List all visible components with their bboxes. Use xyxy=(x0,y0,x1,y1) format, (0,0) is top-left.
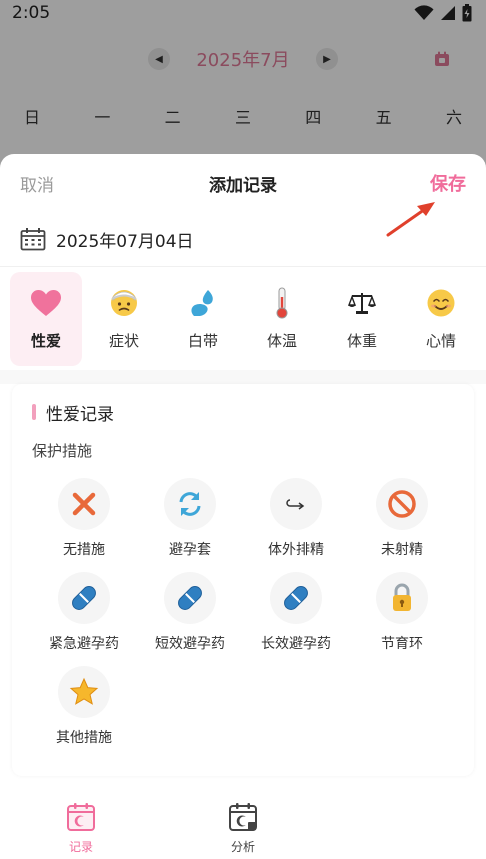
record-date: 2025年07月04日 xyxy=(56,231,194,252)
analysis-calendar-icon xyxy=(229,803,257,831)
option-withdrawal[interactable]: 体外排精 xyxy=(246,478,346,564)
option-label: 节育环 xyxy=(381,636,423,652)
option-other[interactable]: 其他措施 xyxy=(34,666,134,752)
pill-icon xyxy=(72,586,96,610)
heart-icon xyxy=(31,290,61,316)
option-emergency-pill[interactable]: 紧急避孕药 xyxy=(34,572,134,658)
tab-label: 性爱 xyxy=(30,332,61,350)
option-short-acting-pill[interactable]: 短效避孕药 xyxy=(140,572,240,658)
prohibited-icon xyxy=(388,490,416,518)
option-label: 其他措施 xyxy=(56,730,112,746)
tab-label: 症状 xyxy=(108,332,139,350)
tab-label: 白带 xyxy=(187,332,218,350)
nav-analysis[interactable]: 分析 xyxy=(213,802,273,856)
annotation-arrow-icon xyxy=(386,202,435,237)
bottom-navigation: 记录 分析 xyxy=(0,794,486,859)
tab-label: 体重 xyxy=(346,332,377,350)
cross-icon xyxy=(72,492,96,516)
option-no-protection[interactable]: 无措施 xyxy=(34,478,134,564)
pill-icon xyxy=(284,586,308,610)
option-condom[interactable]: 避孕套 xyxy=(140,478,240,564)
smile-face-icon xyxy=(427,289,455,317)
pill-icon xyxy=(178,586,202,610)
option-label: 无措施 xyxy=(63,542,105,558)
lock-icon xyxy=(393,583,411,611)
option-label: 体外排精 xyxy=(268,542,324,558)
droplet-icon xyxy=(191,290,213,316)
tab-temperature[interactable]: 体温 xyxy=(246,272,318,366)
option-label: 长效避孕药 xyxy=(261,636,331,652)
option-iud[interactable]: 节育环 xyxy=(352,572,452,658)
star-icon xyxy=(69,677,99,705)
divider xyxy=(0,266,486,267)
record-calendar-icon xyxy=(67,803,95,831)
tab-discharge[interactable]: 白带 xyxy=(167,272,239,366)
title-accent-bar xyxy=(32,404,36,420)
tab-label: 体温 xyxy=(266,332,297,350)
nav-record[interactable]: 记录 xyxy=(51,802,111,856)
card-title: 性爱记录 xyxy=(46,405,114,425)
tab-symptoms[interactable]: 症状 xyxy=(88,272,160,366)
tab-sex[interactable]: 性爱 xyxy=(10,272,82,366)
scale-icon xyxy=(347,293,377,314)
option-label: 未射精 xyxy=(381,542,423,558)
nav-label: 分析 xyxy=(230,840,255,854)
option-label: 紧急避孕药 xyxy=(49,636,119,652)
cancel-button[interactable]: 取消 xyxy=(20,171,54,196)
option-long-acting-pill[interactable]: 长效避孕药 xyxy=(246,572,346,658)
option-label: 避孕套 xyxy=(169,542,211,558)
refresh-icon xyxy=(179,492,201,516)
tab-weight[interactable]: 体重 xyxy=(326,272,398,366)
sex-record-card: 性爱记录 保护措施 无措施 避孕套 体外排精 未射精 紧急避孕药 短效避孕药 长… xyxy=(12,384,474,776)
add-record-sheet: 取消 添加记录 保存 2025年07月04日 性爱 症状 白带 体温 体重 心情… xyxy=(0,154,486,859)
thermometer-icon xyxy=(276,287,288,319)
calendar-icon xyxy=(20,228,46,251)
section-separator xyxy=(0,370,486,384)
option-no-ejaculation[interactable]: 未射精 xyxy=(352,478,452,564)
protection-section-label: 保护措施 xyxy=(32,442,93,460)
sheet-title: 添加记录 xyxy=(209,176,277,196)
nav-label: 记录 xyxy=(68,840,93,854)
sick-face-icon xyxy=(111,290,137,316)
tab-label: 心情 xyxy=(425,332,456,350)
option-label: 短效避孕药 xyxy=(155,636,225,652)
save-button[interactable]: 保存 xyxy=(430,170,466,196)
hook-arrow-icon xyxy=(286,499,305,510)
date-row[interactable]: 2025年07月04日 xyxy=(20,226,194,252)
tab-mood[interactable]: 心情 xyxy=(405,272,477,366)
category-tabs: 性爱 症状 白带 体温 体重 心情 xyxy=(0,272,486,477)
